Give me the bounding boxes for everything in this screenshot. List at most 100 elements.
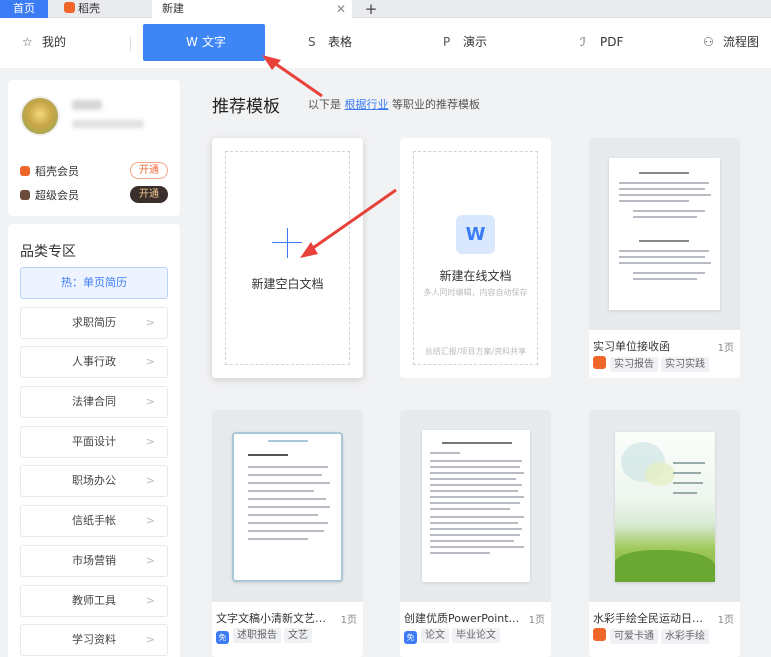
document-type-bar: ☆ 我的 W 文字 S 表格 P 演示 ℐ PDF ⚇ 流程图: [0, 18, 771, 68]
online-document-desc: 多人同时编辑，内容自动保存: [423, 288, 528, 297]
document-page-preview: [609, 158, 720, 310]
tag[interactable]: 文艺: [284, 628, 312, 643]
category-item[interactable]: 人事行政 >: [20, 346, 168, 378]
nav-table-label: 表格: [328, 35, 353, 49]
new-online-document-label: 新建在线文档: [439, 269, 512, 283]
member-super-label: 超级会员: [35, 189, 79, 202]
super-member-icon: [20, 190, 30, 200]
tab-home[interactable]: 首页: [0, 0, 48, 18]
plus-icon-bar: [272, 242, 302, 243]
template-tags: 免述职报告 文艺: [216, 628, 315, 644]
chevron-right-icon: >: [145, 316, 155, 329]
nav-mine[interactable]: ☆ 我的: [22, 24, 66, 61]
template-pages: 1页: [717, 343, 734, 354]
subtitle-suffix: 等职业的推荐模板: [392, 98, 480, 111]
plus-icon: [287, 228, 288, 258]
template-card[interactable]: 创建优质PowerPoint... 1页 免论文 毕业论文: [400, 410, 551, 657]
spreadsheet-icon: S: [308, 35, 316, 49]
chevron-right-icon: >: [145, 395, 155, 408]
tab-new[interactable]: 新建 ✕: [152, 0, 352, 18]
template-thumbnail: [589, 138, 740, 330]
category-item[interactable]: 信纸手帐 >: [20, 505, 168, 537]
member-daoke: 稻壳会员: [20, 163, 79, 179]
template-card[interactable]: 水彩手绘全民运动日信... 1页 可爱卡通 水彩手绘: [589, 410, 740, 657]
tag[interactable]: 实习实践: [661, 357, 709, 372]
category-item-hot-resume[interactable]: 热：单页简历: [20, 267, 168, 299]
category-item[interactable]: 学习资料 >: [20, 624, 168, 656]
tag[interactable]: 可爱卡通: [610, 629, 658, 644]
open-super-member-button[interactable]: 开通: [130, 186, 168, 203]
tag[interactable]: 水彩手绘: [661, 629, 709, 644]
tag[interactable]: 论文: [421, 628, 449, 643]
template-pages: 1页: [528, 615, 545, 626]
template-pages: 1页: [340, 615, 357, 626]
nav-word-label: 文字: [201, 35, 226, 49]
profile-card: 稻壳会员 开通 超级会员 开通: [8, 80, 180, 216]
chevron-right-icon: >: [145, 355, 155, 368]
dashed-frame: [413, 151, 538, 365]
add-tab-button[interactable]: +: [362, 0, 380, 18]
nav-presentation[interactable]: P 演示: [443, 24, 487, 61]
star-icon: ☆: [22, 35, 33, 49]
category-item-label: 求职简历: [72, 316, 116, 329]
watercolor-page-preview: [615, 432, 715, 582]
category-item-label: 法律合同: [72, 395, 116, 408]
nav-table[interactable]: S 表格: [308, 24, 352, 61]
user-name-blurred: [72, 100, 102, 110]
template-tags: 可爱卡通 水彩手绘: [593, 628, 712, 644]
nav-word[interactable]: W 文字: [143, 24, 265, 61]
close-tab-icon[interactable]: ✕: [336, 0, 346, 18]
online-document-footer: 总结汇报/项目方案/资料共享: [424, 347, 527, 356]
subtitle-prefix: 以下是: [308, 98, 341, 111]
category-item-label: 人事行政: [72, 355, 116, 368]
tab-daoke[interactable]: 稻壳: [56, 0, 152, 18]
category-item[interactable]: 市场营销 >: [20, 545, 168, 577]
template-tags: 实习报告 实习实践: [593, 356, 712, 372]
tag[interactable]: 毕业论文: [452, 628, 500, 643]
template-card[interactable]: 实习单位接收函 1页 实习报告 实习实践: [589, 138, 740, 378]
open-daoke-member-button[interactable]: 开通: [130, 162, 168, 179]
presentation-icon: P: [443, 35, 451, 49]
avatar[interactable]: [20, 96, 60, 136]
category-item-label: 学习资料: [72, 633, 116, 646]
template-card[interactable]: 文字文稿小清新文艺总... 1页 免述职报告 文艺: [212, 410, 363, 657]
page-title: 推荐模板: [212, 97, 280, 117]
new-blank-document-card[interactable]: 新建空白文档: [212, 138, 363, 378]
new-online-document-card[interactable]: W 新建在线文档 多人同时编辑，内容自动保存 总结汇报/项目方案/资料共享: [400, 138, 551, 378]
pdf-icon: ℐ: [580, 35, 586, 49]
category-item[interactable]: 职场办公 >: [20, 465, 168, 497]
flowchart-icon: ⚇: [703, 35, 714, 49]
page-subtitle: 以下是 根据行业 等职业的推荐模板: [308, 96, 480, 112]
template-thumbnail: [212, 410, 363, 602]
window-tab-strip: 首页 稻壳 新建 ✕ +: [0, 0, 771, 18]
category-item[interactable]: 教师工具 >: [20, 585, 168, 617]
tag[interactable]: 实习报告: [610, 357, 658, 372]
industry-link[interactable]: 根据行业: [345, 98, 389, 111]
word-icon: W: [186, 35, 198, 49]
nav-pdf[interactable]: ℐ PDF: [580, 24, 623, 61]
chevron-right-icon: >: [145, 554, 155, 567]
nav-flowchart[interactable]: ⚇ 流程图: [703, 24, 759, 61]
template-pages: 1页: [717, 615, 734, 626]
template-thumbnail: [400, 410, 551, 602]
template-tags: 免论文 毕业论文: [404, 628, 503, 644]
template-name: 创建优质PowerPoint...: [404, 612, 520, 625]
daoke-logo-icon: [64, 2, 75, 13]
chevron-right-icon: >: [145, 514, 155, 527]
category-item-label: 信纸手帐: [72, 514, 116, 527]
category-item[interactable]: 平面设计 >: [20, 426, 168, 458]
nav-mine-label: 我的: [42, 35, 67, 49]
tag[interactable]: 述职报告: [233, 628, 281, 643]
nav-presentation-label: 演示: [463, 35, 488, 49]
chevron-right-icon: >: [145, 435, 155, 448]
tab-new-label: 新建: [162, 2, 184, 15]
template-name: 文字文稿小清新文艺总...: [216, 612, 334, 625]
chevron-right-icon: >: [145, 474, 155, 487]
document-page-preview: [422, 430, 530, 582]
member-daoke-label: 稻壳会员: [35, 165, 79, 178]
category-item-label: 平面设计: [72, 435, 116, 448]
category-item[interactable]: 法律合同 >: [20, 386, 168, 418]
category-item[interactable]: 求职简历 >: [20, 307, 168, 339]
chevron-right-icon: >: [145, 633, 155, 646]
category-item-label: 职场办公: [72, 474, 116, 487]
